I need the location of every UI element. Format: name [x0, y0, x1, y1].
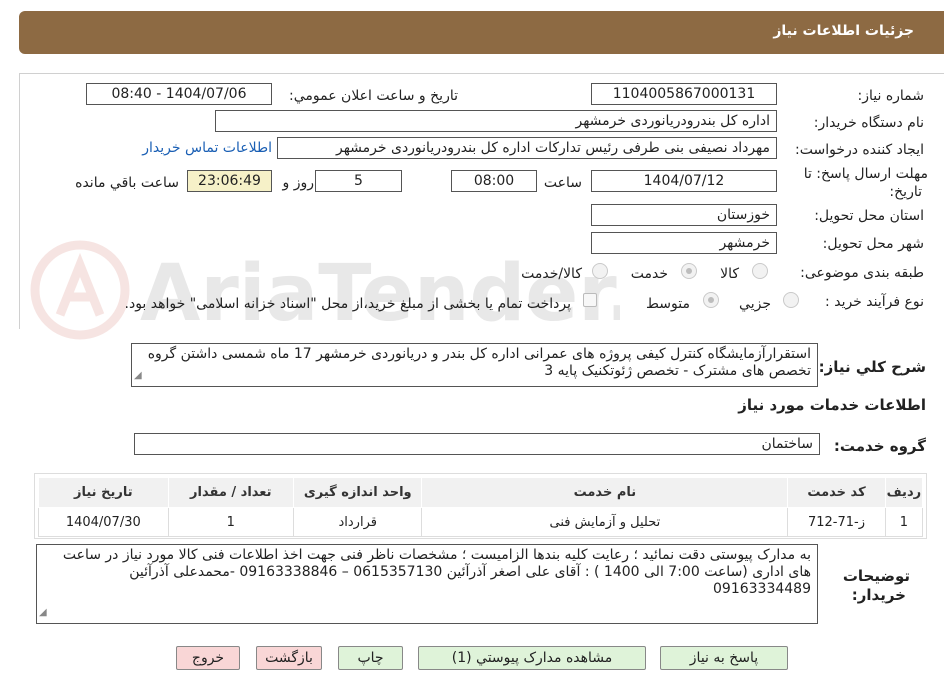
treasury-payment-checkbox[interactable]	[583, 293, 597, 307]
back-button[interactable]: بازگشت	[256, 646, 322, 670]
requester-field: مهرداد نصیفی بنی طرفی رئیس تدارکات اداره…	[277, 137, 777, 159]
col-unit-header: واحد اندازه گیری	[292, 477, 423, 508]
requester-label: ایجاد کننده درخواست:	[795, 142, 924, 158]
description-label: شرح کلي نیاز:	[818, 358, 926, 376]
need-number-label: شماره نیاز:	[857, 88, 925, 104]
process-minor-label: جزیي	[739, 296, 771, 312]
buyer-org-label: نام دستگاه خریدار:	[813, 115, 924, 131]
deadline-date-field: 1404/07/12	[591, 170, 777, 192]
buyer-notes-textarea: به مدارک پیوستی دقت نمائید ؛ رعایت کلیه …	[36, 544, 818, 624]
col-quantity-header: تعداد / مقدار	[167, 477, 294, 508]
city-label: شهر محل تحویل:	[822, 236, 924, 252]
page-header: جزئیات اطلاعات نیاز	[19, 11, 944, 54]
resize-handle-icon[interactable]: ◢	[39, 604, 47, 621]
page-title: جزئیات اطلاعات نیاز	[773, 23, 914, 39]
buyer-notes-label-line2: خریدار:	[851, 586, 906, 604]
category-goods-label: کالا	[720, 266, 739, 282]
cell-unit: قرارداد	[292, 507, 423, 537]
treasury-payment-note: پرداخت تمام یا بخشی از مبلغ خرید،از محل …	[124, 296, 571, 312]
category-goods-service-label: کالا/خدمت	[521, 266, 582, 282]
buyer-contact-link[interactable]: اطلاعات تماس خریدار	[142, 140, 272, 156]
process-medium-radio[interactable]	[703, 292, 719, 308]
announce-field: 1404/07/06 - 08:40	[86, 83, 272, 105]
view-attachments-button[interactable]: مشاهده مدارک پیوستي (1)	[418, 646, 646, 670]
services-table: ردیف کد خدمت نام خدمت واحد اندازه گیری ت…	[38, 477, 924, 537]
service-group-label: گروه خدمت:	[833, 437, 926, 455]
process-medium-label: متوسط	[646, 296, 690, 312]
col-code-header: کد خدمت	[787, 477, 886, 508]
description-text: استقرارآزمایشگاه کنترل کیفی پروژه های عم…	[147, 346, 811, 379]
process-minor-radio[interactable]	[783, 292, 799, 308]
deadline-time-label: ساعت	[543, 175, 582, 191]
cell-date: 1404/07/30	[38, 507, 169, 537]
services-section-title: اطلاعات خدمات مورد نیاز	[738, 396, 926, 414]
col-name-header: نام خدمت	[421, 477, 789, 508]
exit-button[interactable]: خروج	[176, 646, 240, 670]
city-field: خرمشهر	[591, 232, 777, 254]
description-textarea: استقرارآزمایشگاه کنترل کیفی پروژه های عم…	[131, 343, 818, 387]
days-field: 5	[315, 170, 402, 192]
remaining-time-field: 23:06:49	[187, 170, 272, 192]
announce-label: تاریخ و ساعت اعلان عمومي:	[289, 88, 458, 104]
buyer-notes-text: به مدارک پیوستی دقت نمائید ؛ رعایت کلیه …	[62, 547, 811, 597]
category-service-radio[interactable]	[681, 263, 697, 279]
service-group-field: ساختمان	[134, 433, 820, 455]
province-field: خوزستان	[591, 204, 777, 226]
table-row: 1 ز-71-712 تحلیل و آزمایش فنی قرارداد 1 …	[38, 507, 924, 537]
cell-code: ز-71-712	[787, 507, 886, 537]
need-number-field: 1104005867000131	[591, 83, 777, 105]
remaining-label: ساعت باقي مانده	[75, 175, 179, 191]
cell-row: 1	[884, 507, 924, 537]
print-button[interactable]: چاپ	[338, 646, 403, 670]
cell-quantity: 1	[167, 507, 294, 537]
deadline-time-field: 08:00	[451, 170, 537, 192]
deadline-label-line1: مهلت ارسال پاسخ: تا	[803, 166, 928, 182]
col-row-header: ردیف	[884, 477, 924, 508]
col-date-header: تاریخ نیاز	[38, 477, 169, 508]
buyer-notes-label-line1: توضیحات	[842, 567, 910, 585]
category-label: طبقه بندی موضوعی:	[800, 265, 924, 281]
process-label: نوع فرآیند خرید :	[825, 294, 924, 310]
deadline-label-line2: تاریخ:	[889, 184, 922, 200]
respond-button[interactable]: پاسخ به نیاز	[660, 646, 788, 670]
category-goods-service-radio[interactable]	[592, 263, 608, 279]
days-label: روز و	[282, 175, 315, 191]
buyer-org-field: اداره کل بندرودریانوردی خرمشهر	[215, 110, 777, 132]
resize-handle-icon[interactable]: ◢	[134, 367, 142, 384]
province-label: استان محل تحویل:	[814, 208, 924, 224]
category-service-label: خدمت	[630, 266, 668, 282]
category-goods-radio[interactable]	[752, 263, 768, 279]
cell-name: تحلیل و آزمایش فنی	[421, 507, 789, 537]
services-table-header: ردیف کد خدمت نام خدمت واحد اندازه گیری ت…	[38, 477, 924, 508]
